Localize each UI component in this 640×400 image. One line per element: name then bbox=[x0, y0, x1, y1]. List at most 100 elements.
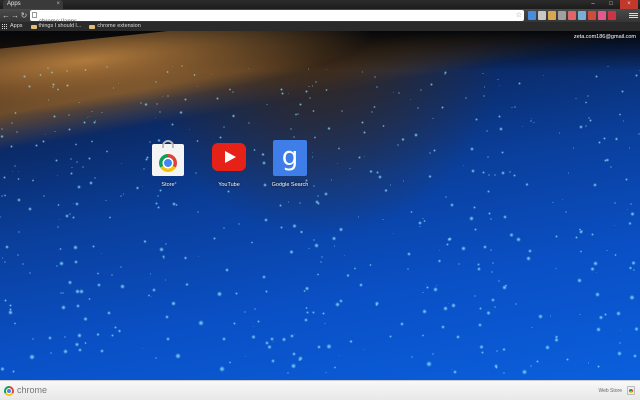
web-store-small-icon[interactable] bbox=[627, 386, 635, 395]
sparkle bbox=[247, 67, 250, 69]
bookmark-label: Apps bbox=[10, 23, 23, 29]
extension-icon[interactable] bbox=[528, 11, 536, 20]
bookmark-folder-things[interactable]: things I should l... bbox=[30, 22, 81, 31]
sparkle bbox=[613, 224, 615, 227]
sparkle bbox=[498, 279, 501, 282]
sparkle bbox=[501, 151, 505, 154]
extension-icon[interactable] bbox=[558, 11, 566, 20]
apps-grid-icon bbox=[2, 23, 8, 30]
tab-apps[interactable]: Apps × bbox=[3, 0, 63, 9]
sparkle bbox=[305, 311, 309, 314]
extension-icon[interactable] bbox=[578, 11, 586, 20]
sparkle bbox=[27, 84, 31, 88]
sparkle bbox=[13, 322, 17, 325]
bottom-bar: chrome Web Store bbox=[0, 380, 640, 400]
sparkle bbox=[429, 152, 431, 154]
sparkle bbox=[370, 110, 373, 114]
sparkle bbox=[264, 289, 268, 293]
sparkle bbox=[289, 249, 295, 255]
bookmark-label: chrome extension bbox=[97, 23, 141, 29]
extension-icon[interactable] bbox=[598, 11, 606, 20]
sparkle bbox=[305, 306, 308, 310]
sparkle bbox=[123, 193, 125, 195]
sparkle bbox=[313, 239, 315, 241]
user-email[interactable]: zeta.com186@gmail.com bbox=[574, 33, 636, 41]
sparkle bbox=[325, 343, 332, 350]
sparkle bbox=[419, 225, 421, 228]
sparkle bbox=[56, 87, 60, 91]
sparkle bbox=[304, 90, 308, 94]
window-close-button[interactable]: × bbox=[620, 0, 638, 9]
folder-icon bbox=[89, 24, 96, 29]
sparkle bbox=[457, 263, 460, 266]
sparkle bbox=[528, 248, 533, 253]
sparkle bbox=[417, 107, 419, 109]
minimize-button[interactable]: – bbox=[584, 0, 602, 9]
sparkle bbox=[196, 85, 198, 87]
sparkle bbox=[422, 217, 424, 219]
app-store[interactable]: Store bbox=[138, 140, 198, 189]
sparkle bbox=[341, 110, 343, 112]
web-store-link[interactable]: Web Store bbox=[598, 388, 622, 395]
extension-icon[interactable] bbox=[548, 11, 556, 20]
sparkle bbox=[483, 94, 485, 97]
extension-icon[interactable] bbox=[608, 11, 616, 20]
extension-icon[interactable] bbox=[568, 11, 576, 20]
close-icon[interactable]: × bbox=[56, 0, 60, 9]
sparkle bbox=[46, 66, 49, 69]
sparkle bbox=[11, 170, 14, 173]
extension-icon[interactable] bbox=[588, 11, 596, 20]
bookmark-star-icon[interactable]: ☆ bbox=[516, 10, 522, 21]
app-google-search[interactable]: g Google Search bbox=[260, 140, 320, 189]
app-youtube[interactable]: YouTube bbox=[199, 140, 259, 189]
bookmark-folder-chrome-extension[interactable]: chrome extension bbox=[89, 22, 141, 31]
sparkle bbox=[495, 366, 499, 369]
sparkle bbox=[531, 117, 533, 119]
sparkle bbox=[76, 304, 80, 308]
sparkle bbox=[39, 73, 42, 77]
sparkle bbox=[630, 211, 635, 217]
sparkle bbox=[376, 171, 380, 175]
sparkle bbox=[628, 221, 633, 226]
sparkle bbox=[170, 301, 176, 307]
menu-icon[interactable] bbox=[629, 10, 638, 21]
sparkle bbox=[474, 118, 478, 121]
sparkle bbox=[223, 125, 226, 128]
apps-page-background bbox=[0, 31, 640, 380]
sparkle bbox=[63, 335, 66, 338]
maximize-button[interactable]: □ bbox=[602, 0, 620, 9]
extension-icon[interactable] bbox=[538, 11, 546, 20]
sparkle bbox=[165, 336, 171, 342]
sparkle bbox=[499, 127, 503, 131]
reload-icon[interactable]: ↻ bbox=[19, 10, 29, 21]
sparkle bbox=[332, 236, 337, 241]
youtube-icon bbox=[211, 140, 247, 176]
sparkle bbox=[617, 350, 623, 357]
sparkle bbox=[75, 143, 78, 146]
sparkle bbox=[8, 310, 13, 315]
sparkle bbox=[487, 189, 490, 193]
sparkle bbox=[432, 117, 434, 119]
sparkle bbox=[598, 314, 604, 320]
beach-sand bbox=[0, 31, 383, 123]
sparkle bbox=[487, 156, 490, 159]
sparkle bbox=[10, 121, 13, 124]
sparkle bbox=[363, 155, 366, 158]
sparkle bbox=[503, 372, 505, 375]
sparkle bbox=[281, 337, 287, 342]
omnibox[interactable]: chrome://apps ☆ bbox=[30, 10, 524, 25]
sparkle bbox=[633, 269, 635, 272]
sparkle bbox=[316, 201, 320, 205]
sparkle bbox=[308, 85, 310, 88]
sparkle bbox=[158, 111, 161, 114]
sparkle bbox=[43, 195, 45, 197]
bookmark-apps[interactable]: Apps bbox=[2, 22, 23, 31]
sparkle bbox=[271, 359, 276, 364]
sparkle bbox=[22, 263, 24, 265]
sparkle bbox=[438, 249, 441, 252]
sparkle bbox=[48, 336, 53, 341]
sparkle bbox=[14, 165, 17, 168]
tab-title: Apps bbox=[7, 1, 21, 7]
sparkle bbox=[221, 336, 227, 342]
sparkle bbox=[464, 96, 467, 99]
